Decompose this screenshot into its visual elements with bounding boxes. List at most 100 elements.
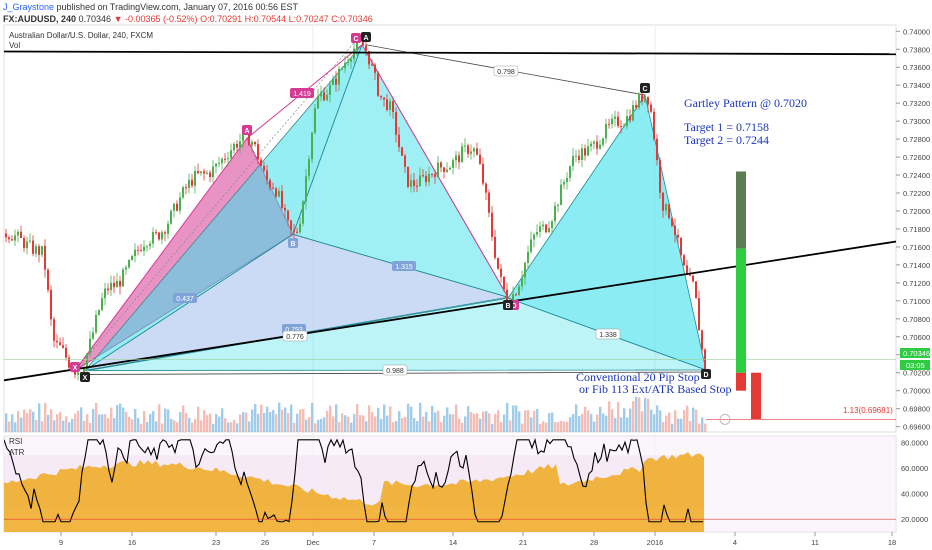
candle-body bbox=[392, 101, 394, 112]
rsi-legend: RSI bbox=[9, 437, 22, 446]
volume-bar bbox=[251, 409, 254, 432]
volume-bar bbox=[662, 421, 665, 432]
candle-body bbox=[29, 240, 31, 242]
candle-body bbox=[440, 162, 442, 168]
volume-bar bbox=[686, 405, 689, 432]
volume-bar bbox=[605, 415, 608, 432]
candle-body bbox=[134, 249, 136, 256]
volume-bar bbox=[425, 411, 428, 432]
candle-body bbox=[116, 280, 118, 288]
price-tick-label: 0.72400 bbox=[903, 171, 930, 180]
volume-bar bbox=[302, 409, 305, 432]
price-axis[interactable]: 0.74000 0.73800 0.73600 0.73400 0.73200 0.730… bbox=[896, 27, 930, 524]
time-tick-label: 14 bbox=[449, 538, 457, 547]
candle-body bbox=[158, 232, 160, 240]
candle-body bbox=[476, 148, 478, 155]
volume-bar bbox=[353, 413, 356, 432]
vol-legend: Vol bbox=[9, 41, 20, 50]
candle-body bbox=[212, 166, 214, 177]
pattern-point-c-text: C bbox=[642, 86, 647, 93]
volume-bar bbox=[458, 418, 461, 432]
candle-body bbox=[557, 204, 559, 206]
volume-bar bbox=[659, 410, 662, 432]
volume-bar bbox=[512, 405, 515, 432]
candle-body bbox=[77, 372, 79, 375]
candle-body bbox=[131, 255, 133, 260]
candle-body bbox=[86, 353, 88, 368]
volume-bar bbox=[665, 415, 668, 432]
candle-body bbox=[593, 141, 595, 144]
candle-body bbox=[53, 319, 55, 341]
volume-bar bbox=[65, 416, 68, 432]
candle-body bbox=[263, 165, 265, 171]
volume-bar bbox=[341, 413, 344, 432]
volume-bar bbox=[623, 408, 626, 432]
volume-bar bbox=[416, 421, 419, 432]
candle-body bbox=[563, 182, 565, 185]
price-tick-label: 0.72800 bbox=[903, 135, 930, 144]
candle-body bbox=[173, 203, 175, 211]
chart-area[interactable]: XABCDABCDX1.4190.4370.7930.7761.3150.798… bbox=[0, 0, 932, 550]
volume-bar bbox=[674, 410, 677, 432]
candle-body bbox=[266, 170, 268, 181]
volume-bar bbox=[503, 414, 506, 432]
price-tick-label: 0.71600 bbox=[903, 243, 930, 252]
volume-bar bbox=[479, 418, 482, 432]
volume-bar bbox=[344, 415, 347, 432]
candle-body bbox=[452, 160, 454, 168]
candle-body bbox=[401, 147, 403, 156]
candle-body bbox=[494, 236, 496, 258]
candle-body bbox=[584, 148, 586, 156]
candle-body bbox=[341, 68, 343, 70]
time-tick-label: 4 bbox=[733, 538, 737, 547]
volume-bar bbox=[389, 406, 392, 432]
candle-body bbox=[542, 224, 544, 227]
candle-body bbox=[8, 237, 10, 240]
candle-body bbox=[332, 78, 334, 85]
candle-body bbox=[668, 204, 670, 219]
volume-bar bbox=[50, 409, 53, 432]
volume-bar bbox=[146, 422, 149, 432]
candle-body bbox=[209, 172, 211, 177]
time-tick-label: 28 bbox=[590, 538, 598, 547]
candle-body bbox=[428, 173, 430, 183]
candle-body bbox=[473, 148, 475, 152]
price-tick-label: 0.74000 bbox=[903, 27, 930, 36]
volume-bar bbox=[563, 421, 566, 432]
candle-body bbox=[311, 132, 313, 160]
pattern-point-b-text: B bbox=[290, 241, 295, 248]
candle-body bbox=[110, 282, 112, 291]
candle-body bbox=[227, 158, 229, 160]
candle-body bbox=[641, 93, 643, 102]
candle-body bbox=[191, 179, 193, 186]
volume-bars bbox=[5, 396, 707, 432]
candle-body bbox=[455, 155, 457, 161]
price-tick-label: 0.70000 bbox=[903, 387, 930, 396]
candle-body bbox=[515, 294, 517, 296]
volume-bar bbox=[128, 416, 131, 432]
candle-body bbox=[683, 255, 685, 266]
volume-bar bbox=[68, 422, 71, 432]
candle-body bbox=[194, 171, 196, 186]
volume-bar bbox=[698, 423, 701, 432]
volume-bar bbox=[200, 420, 203, 432]
pattern-point-a-text: A bbox=[244, 128, 249, 135]
candle-body bbox=[308, 159, 310, 177]
volume-bar bbox=[242, 412, 245, 432]
price-tick-label: 0.73400 bbox=[903, 81, 930, 90]
candle-body bbox=[281, 190, 283, 208]
candle-body bbox=[347, 61, 349, 63]
candle-body bbox=[170, 210, 172, 224]
candle-body bbox=[380, 95, 382, 98]
volume-bar bbox=[185, 413, 188, 432]
candle-body bbox=[674, 225, 676, 235]
volume-bar bbox=[527, 410, 530, 432]
candle-body bbox=[323, 92, 325, 101]
candle-body bbox=[416, 185, 418, 187]
volume-bar bbox=[191, 422, 194, 432]
time-axis[interactable]: 9 16 23 26 Dec 7 14 21 28 2016 4 11 18 bbox=[59, 532, 896, 547]
candle-body bbox=[524, 262, 526, 278]
volume-bar bbox=[611, 409, 614, 432]
volume-bar bbox=[473, 413, 476, 432]
volume-bar bbox=[524, 410, 527, 432]
